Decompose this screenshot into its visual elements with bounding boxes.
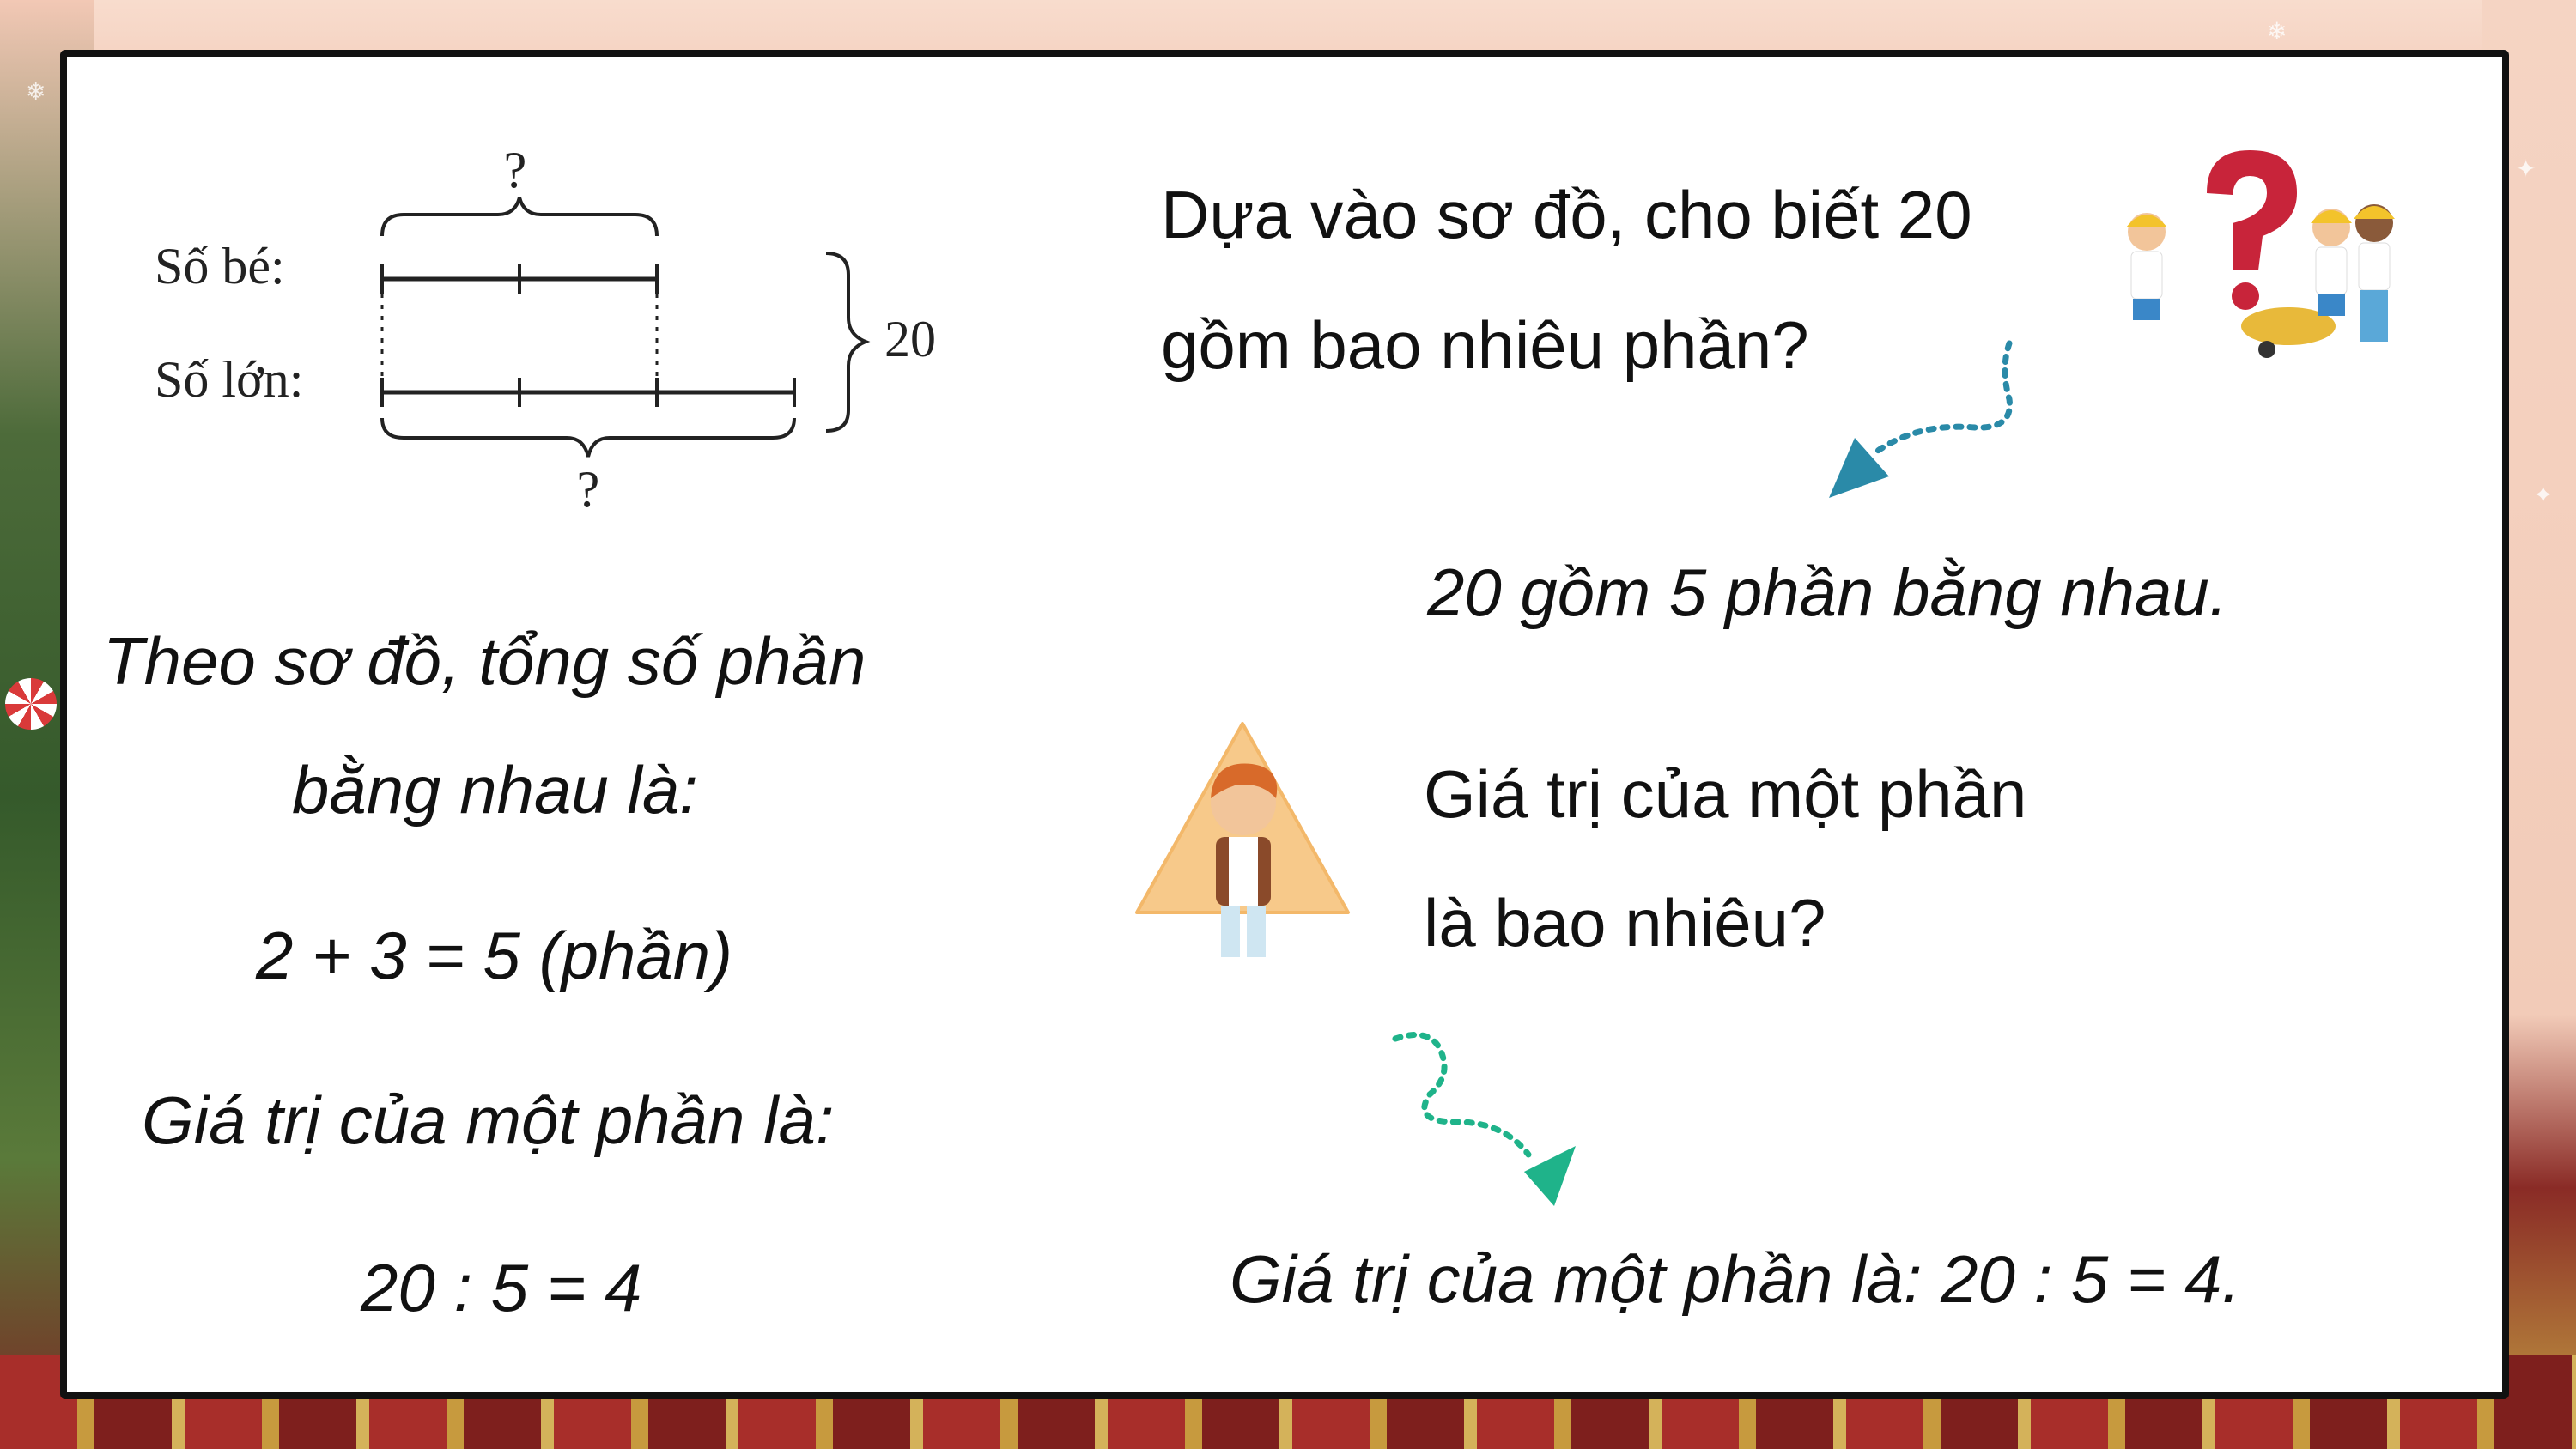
question-2-line-2: là bao nhiêu? [1424,885,1826,961]
arrow-blue-icon [1829,340,2013,498]
right-brace [825,252,871,433]
top-brace [380,197,659,237]
small-number-label: Số bé: [155,238,285,294]
explanation-line-4: Giá trị của một phần là: [142,1082,835,1158]
snowflake-icon: ❄ [2267,18,2287,45]
line-diagram: ? Số bé: Số lớn: ? 20 [155,142,936,518]
explanation-line-2: bằng nhau là: [292,752,698,828]
top-question-mark: ? [504,142,527,198]
svg-text:?: ? [1279,773,1296,805]
question-1-line-1: Dựa vào sơ đồ, cho biết 20 [1161,177,1972,252]
total-value: 20 [884,311,936,367]
large-number-label: Số lớn: [155,351,303,408]
answer-2: Giá trị của một phần là: 20 : 5 = 4. [1230,1241,2241,1317]
bottom-question-mark: ? [577,461,600,518]
arrow-green-icon [1392,1032,1576,1206]
bottom-brace [380,417,796,458]
division-equation: 20 : 5 = 4 [361,1250,642,1325]
answer-1: 20 gồm 5 phần bằng nhau. [1427,555,2228,630]
candy-ornament-icon [5,678,57,730]
snowflake-icon: ✦ [2516,155,2537,182]
explanation-line-1: Theo sơ đồ, tổng số phần [103,623,866,699]
kids-question-icon [2126,150,2395,358]
question-1-line-2: gồm bao nhiêu phần? [1161,307,1809,383]
snowflake-icon: ❄ [26,78,46,105]
snowflake-icon: ✦ [2533,482,2554,508]
question-2-line-1: Giá trị của một phần [1424,756,2027,832]
thinking-boy-icon: ? [1135,722,1350,957]
sum-equation: 2 + 3 = 5 (phần) [256,918,733,993]
